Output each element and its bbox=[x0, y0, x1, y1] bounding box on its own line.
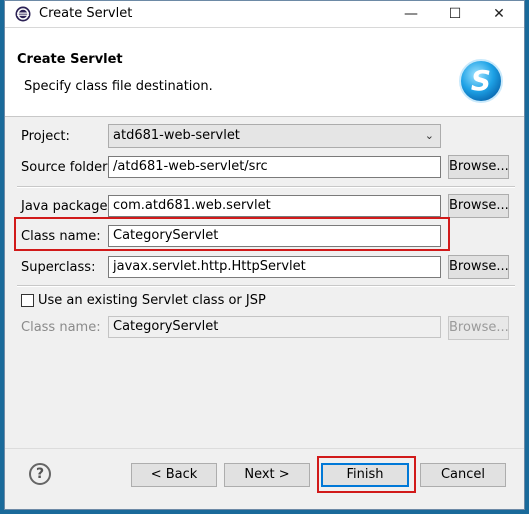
use-existing-label[interactable]: Use an existing Servlet class or JSP bbox=[38, 293, 266, 308]
existing-class-name-label: Class name: bbox=[21, 320, 101, 335]
superclass-field[interactable]: javax.servlet.http.HttpServlet bbox=[108, 256, 441, 278]
java-package-label: Java package: bbox=[21, 199, 112, 214]
source-folder-field[interactable]: /atd681-web-servlet/src bbox=[108, 156, 441, 178]
cancel-button[interactable]: Cancel bbox=[420, 463, 506, 487]
class-name-field[interactable]: CategoryServlet bbox=[108, 225, 441, 247]
maximize-button[interactable]: ☐ bbox=[442, 4, 468, 24]
wizard-page-title: Create Servlet bbox=[17, 52, 123, 67]
help-icon[interactable]: ? bbox=[29, 463, 51, 485]
footer-separator bbox=[5, 448, 524, 449]
java-package-field[interactable]: com.atd681.web.servlet bbox=[108, 195, 441, 217]
wizard-page-description: Specify class file destination. bbox=[24, 79, 213, 94]
title-bar[interactable]: Create Servlet — ☐ ✕ bbox=[5, 1, 524, 28]
eclipse-icon bbox=[15, 6, 31, 22]
chevron-down-icon: ⌄ bbox=[424, 129, 434, 142]
back-button[interactable]: < Back bbox=[131, 463, 217, 487]
superclass-label: Superclass: bbox=[21, 260, 96, 275]
java-package-browse-button[interactable]: Browse... bbox=[448, 194, 509, 218]
class-name-label: Class name: bbox=[21, 229, 101, 244]
servlet-s-logo-icon: S bbox=[459, 59, 503, 103]
project-combo[interactable]: atd681-web-servlet ⌄ bbox=[108, 124, 441, 148]
section-separator bbox=[17, 285, 515, 287]
project-combo-value: atd681-web-servlet bbox=[113, 128, 240, 143]
next-button[interactable]: Next > bbox=[224, 463, 310, 487]
close-button[interactable]: ✕ bbox=[486, 4, 512, 24]
create-servlet-dialog: Create Servlet — ☐ ✕ Create Servlet Spec… bbox=[4, 0, 525, 510]
finish-button[interactable]: Finish bbox=[321, 463, 409, 487]
existing-class-browse-button: Browse... bbox=[448, 316, 509, 340]
section-separator bbox=[17, 186, 515, 188]
project-label: Project: bbox=[21, 129, 70, 144]
source-folder-browse-button[interactable]: Browse... bbox=[448, 155, 509, 179]
svg-text:S: S bbox=[471, 64, 491, 97]
source-folder-label: Source folder: bbox=[21, 160, 112, 175]
wizard-header: Create Servlet Specify class file destin… bbox=[5, 28, 524, 117]
existing-class-name-field: CategoryServlet bbox=[108, 316, 441, 338]
superclass-browse-button[interactable]: Browse... bbox=[448, 255, 509, 279]
window-title: Create Servlet bbox=[39, 6, 133, 21]
use-existing-checkbox[interactable] bbox=[21, 294, 34, 307]
minimize-button[interactable]: — bbox=[398, 4, 424, 24]
